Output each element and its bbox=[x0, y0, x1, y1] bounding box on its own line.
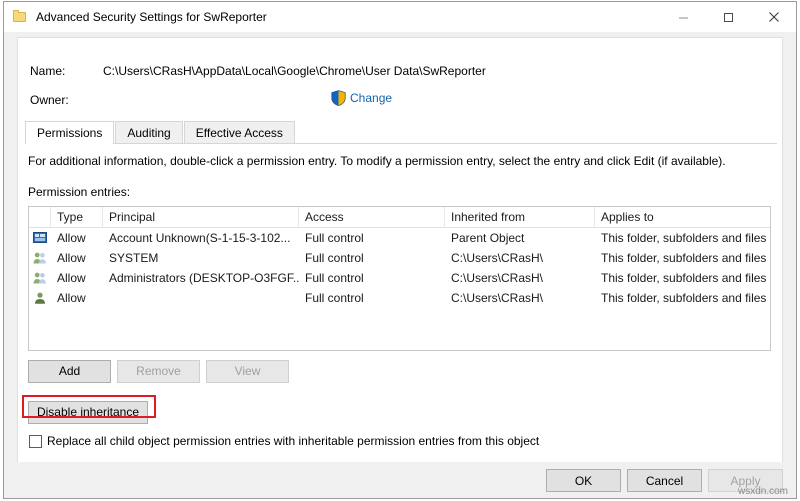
column-header-applies-to[interactable]: Applies to bbox=[595, 207, 770, 227]
window-title: Advanced Security Settings for SwReporte… bbox=[36, 10, 267, 24]
cell-principal: Account Unknown(S-1-15-3-102... bbox=[103, 228, 299, 248]
change-link[interactable]: Change bbox=[350, 91, 392, 105]
table-row[interactable]: Allow Administrators (DESKTOP-O3FGF... F… bbox=[29, 268, 770, 288]
maximize-button[interactable] bbox=[706, 2, 751, 32]
cell-inherited-from: C:\Users\CRasH\ bbox=[445, 248, 595, 268]
replace-child-permissions-row[interactable]: Replace all child object permission entr… bbox=[29, 434, 539, 448]
disable-inheritance-button[interactable]: Disable inheritance bbox=[28, 401, 148, 424]
users-group-icon bbox=[29, 251, 51, 265]
single-user-icon bbox=[29, 291, 51, 305]
cell-type: Allow bbox=[51, 248, 103, 268]
tab-strip: Permissions Auditing Effective Access bbox=[25, 121, 777, 144]
column-header-inherited-from[interactable]: Inherited from bbox=[445, 207, 595, 227]
caption-buttons bbox=[661, 2, 796, 32]
close-icon bbox=[768, 11, 780, 23]
network-group-icon bbox=[29, 231, 51, 245]
ok-button[interactable]: OK bbox=[546, 469, 621, 492]
watermark: wsxdn.com bbox=[738, 486, 788, 497]
table-row[interactable]: Allow Account Unknown(S-1-15-3-102... Fu… bbox=[29, 228, 770, 248]
title-bar: Advanced Security Settings for SwReporte… bbox=[4, 2, 796, 32]
owner-label: Owner: bbox=[30, 93, 69, 107]
add-button[interactable]: Add bbox=[28, 360, 111, 383]
permission-entries-label: Permission entries: bbox=[28, 185, 130, 199]
cell-applies-to: This folder, subfolders and files bbox=[595, 288, 770, 308]
info-text: For additional information, double-click… bbox=[28, 154, 726, 168]
cell-type: Allow bbox=[51, 268, 103, 288]
table-header-row: Type Principal Access Inherited from App… bbox=[29, 207, 770, 228]
remove-button: Remove bbox=[117, 360, 200, 383]
close-button[interactable] bbox=[751, 2, 796, 32]
cell-applies-to: This folder, subfolders and files bbox=[595, 248, 770, 268]
tab-permissions[interactable]: Permissions bbox=[25, 121, 114, 144]
cell-access: Full control bbox=[299, 228, 445, 248]
cell-applies-to: This folder, subfolders and files bbox=[595, 268, 770, 288]
cell-inherited-from: C:\Users\CRasH\ bbox=[445, 268, 595, 288]
column-header-type[interactable]: Type bbox=[51, 207, 103, 227]
cell-type: Allow bbox=[51, 228, 103, 248]
cell-principal: SYSTEM bbox=[103, 248, 299, 268]
users-group-icon bbox=[29, 271, 51, 285]
minimize-icon bbox=[678, 12, 689, 23]
cell-applies-to: This folder, subfolders and files bbox=[595, 228, 770, 248]
name-label: Name: bbox=[30, 64, 65, 78]
tab-auditing[interactable]: Auditing bbox=[115, 121, 182, 143]
cell-access: Full control bbox=[299, 248, 445, 268]
cell-inherited-from: C:\Users\CRasH\ bbox=[445, 288, 595, 308]
column-header-access[interactable]: Access bbox=[299, 207, 445, 227]
advanced-security-settings-dialog: Advanced Security Settings for SwReporte… bbox=[3, 1, 797, 499]
table-row[interactable]: Allow SYSTEM Full control C:\Users\CRasH… bbox=[29, 248, 770, 268]
view-button: View bbox=[206, 360, 289, 383]
column-header-icon[interactable] bbox=[29, 207, 51, 227]
uac-shield-icon bbox=[331, 90, 346, 106]
cell-type: Allow bbox=[51, 288, 103, 308]
name-value: C:\Users\CRasH\AppData\Local\Google\Chro… bbox=[103, 64, 486, 78]
replace-child-permissions-label: Replace all child object permission entr… bbox=[47, 434, 539, 448]
cell-access: Full control bbox=[299, 268, 445, 288]
change-owner-control[interactable]: Change bbox=[331, 90, 392, 106]
permission-entries-table[interactable]: Type Principal Access Inherited from App… bbox=[28, 206, 771, 351]
minimize-button[interactable] bbox=[661, 2, 706, 32]
tab-effective-access[interactable]: Effective Access bbox=[184, 121, 295, 143]
cell-inherited-from: Parent Object bbox=[445, 228, 595, 248]
cell-principal: Administrators (DESKTOP-O3FGF... bbox=[103, 268, 299, 288]
folder-icon bbox=[12, 9, 28, 25]
cancel-button[interactable]: Cancel bbox=[627, 469, 702, 492]
dialog-footer: OK Cancel Apply wsxdn.com bbox=[4, 462, 796, 498]
column-header-principal[interactable]: Principal bbox=[103, 207, 299, 227]
table-row[interactable]: Allow Full control C:\Users\CRasH\ This … bbox=[29, 288, 770, 308]
replace-child-permissions-checkbox[interactable] bbox=[29, 435, 42, 448]
maximize-icon bbox=[723, 12, 734, 23]
cell-access: Full control bbox=[299, 288, 445, 308]
content-panel: Name: C:\Users\CRasH\AppData\Local\Googl… bbox=[17, 37, 783, 464]
